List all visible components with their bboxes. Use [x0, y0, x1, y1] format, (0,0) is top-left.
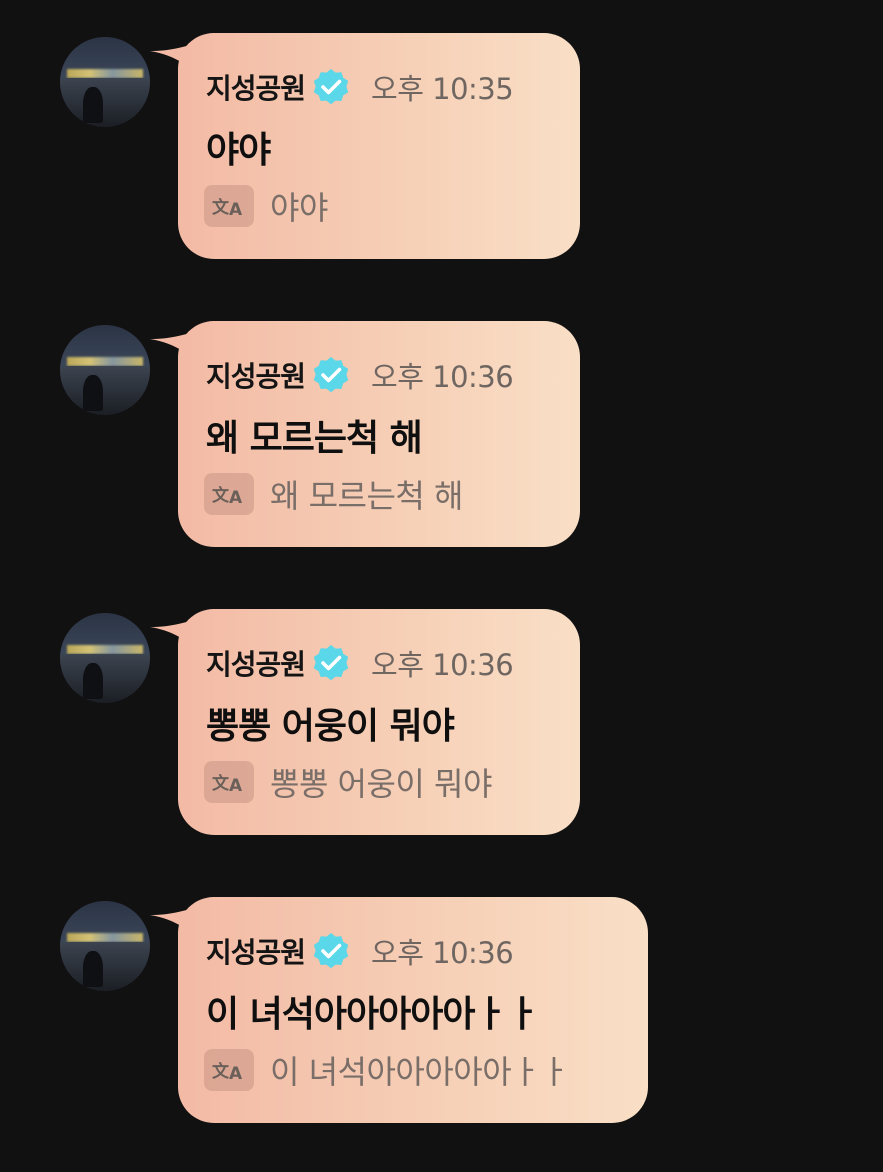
message-bubble[interactable]: 지성공원 오후 10:35 야야 文 A 야야: [178, 33, 580, 259]
message-text: 왜 모르는척 해: [206, 418, 423, 459]
svg-text:文: 文: [212, 773, 230, 794]
avatar[interactable]: [60, 37, 150, 127]
verified-badge-icon: [313, 357, 349, 393]
message-bubble[interactable]: 지성공원 오후 10:36 왜 모르는척 해 文 A 왜 모르는척 해: [178, 321, 580, 547]
sender-name[interactable]: 지성공원: [206, 931, 306, 971]
svg-text:文: 文: [212, 1061, 230, 1082]
timestamp: 오후 10:36: [371, 936, 514, 970]
message-text: 이 녀석아아아아아ㅏㅏ: [206, 994, 540, 1035]
sender-name[interactable]: 지성공원: [206, 67, 306, 107]
translation-row: 文 A 야야: [204, 183, 328, 229]
translated-text: 왜 모르는척 해: [270, 477, 463, 515]
avatar[interactable]: [60, 613, 150, 703]
translate-icon[interactable]: 文 A: [204, 761, 254, 803]
svg-text:A: A: [229, 488, 243, 507]
svg-text:A: A: [229, 1064, 243, 1083]
translation-row: 文 A 뽕뽕 어웅이 뭐야: [204, 759, 492, 805]
message-text: 야야: [206, 130, 271, 171]
svg-text:A: A: [229, 776, 243, 795]
message-bubble[interactable]: 지성공원 오후 10:36 이 녀석아아아아아ㅏㅏ 文 A 이 녀석아아아아아ㅏ…: [178, 897, 648, 1123]
translation-row: 文 A 이 녀석아아아아아ㅏㅏ: [204, 1047, 570, 1093]
svg-text:文: 文: [212, 197, 230, 218]
timestamp: 오후 10:36: [371, 360, 514, 394]
translate-icon[interactable]: 文 A: [204, 1049, 254, 1091]
sender-name[interactable]: 지성공원: [206, 643, 306, 683]
verified-badge-icon: [313, 69, 349, 105]
timestamp: 오후 10:35: [371, 72, 514, 106]
verified-badge-icon: [313, 645, 349, 681]
avatar[interactable]: [60, 325, 150, 415]
avatar[interactable]: [60, 901, 150, 991]
message-text: 뽕뽕 어웅이 뭐야: [206, 706, 455, 747]
verified-badge-icon: [313, 933, 349, 969]
translate-icon[interactable]: 文 A: [204, 185, 254, 227]
translated-text: 뽕뽕 어웅이 뭐야: [270, 765, 492, 803]
message-bubble[interactable]: 지성공원 오후 10:36 뽕뽕 어웅이 뭐야 文 A 뽕뽕 어웅이 뭐야: [178, 609, 580, 835]
timestamp: 오후 10:36: [371, 648, 514, 682]
svg-text:文: 文: [212, 485, 230, 506]
translated-text: 야야: [270, 189, 328, 227]
sender-name[interactable]: 지성공원: [206, 355, 306, 395]
translation-row: 文 A 왜 모르는척 해: [204, 471, 463, 517]
translated-text: 이 녀석아아아아아ㅏㅏ: [270, 1053, 570, 1091]
translate-icon[interactable]: 文 A: [204, 473, 254, 515]
svg-text:A: A: [229, 200, 243, 219]
